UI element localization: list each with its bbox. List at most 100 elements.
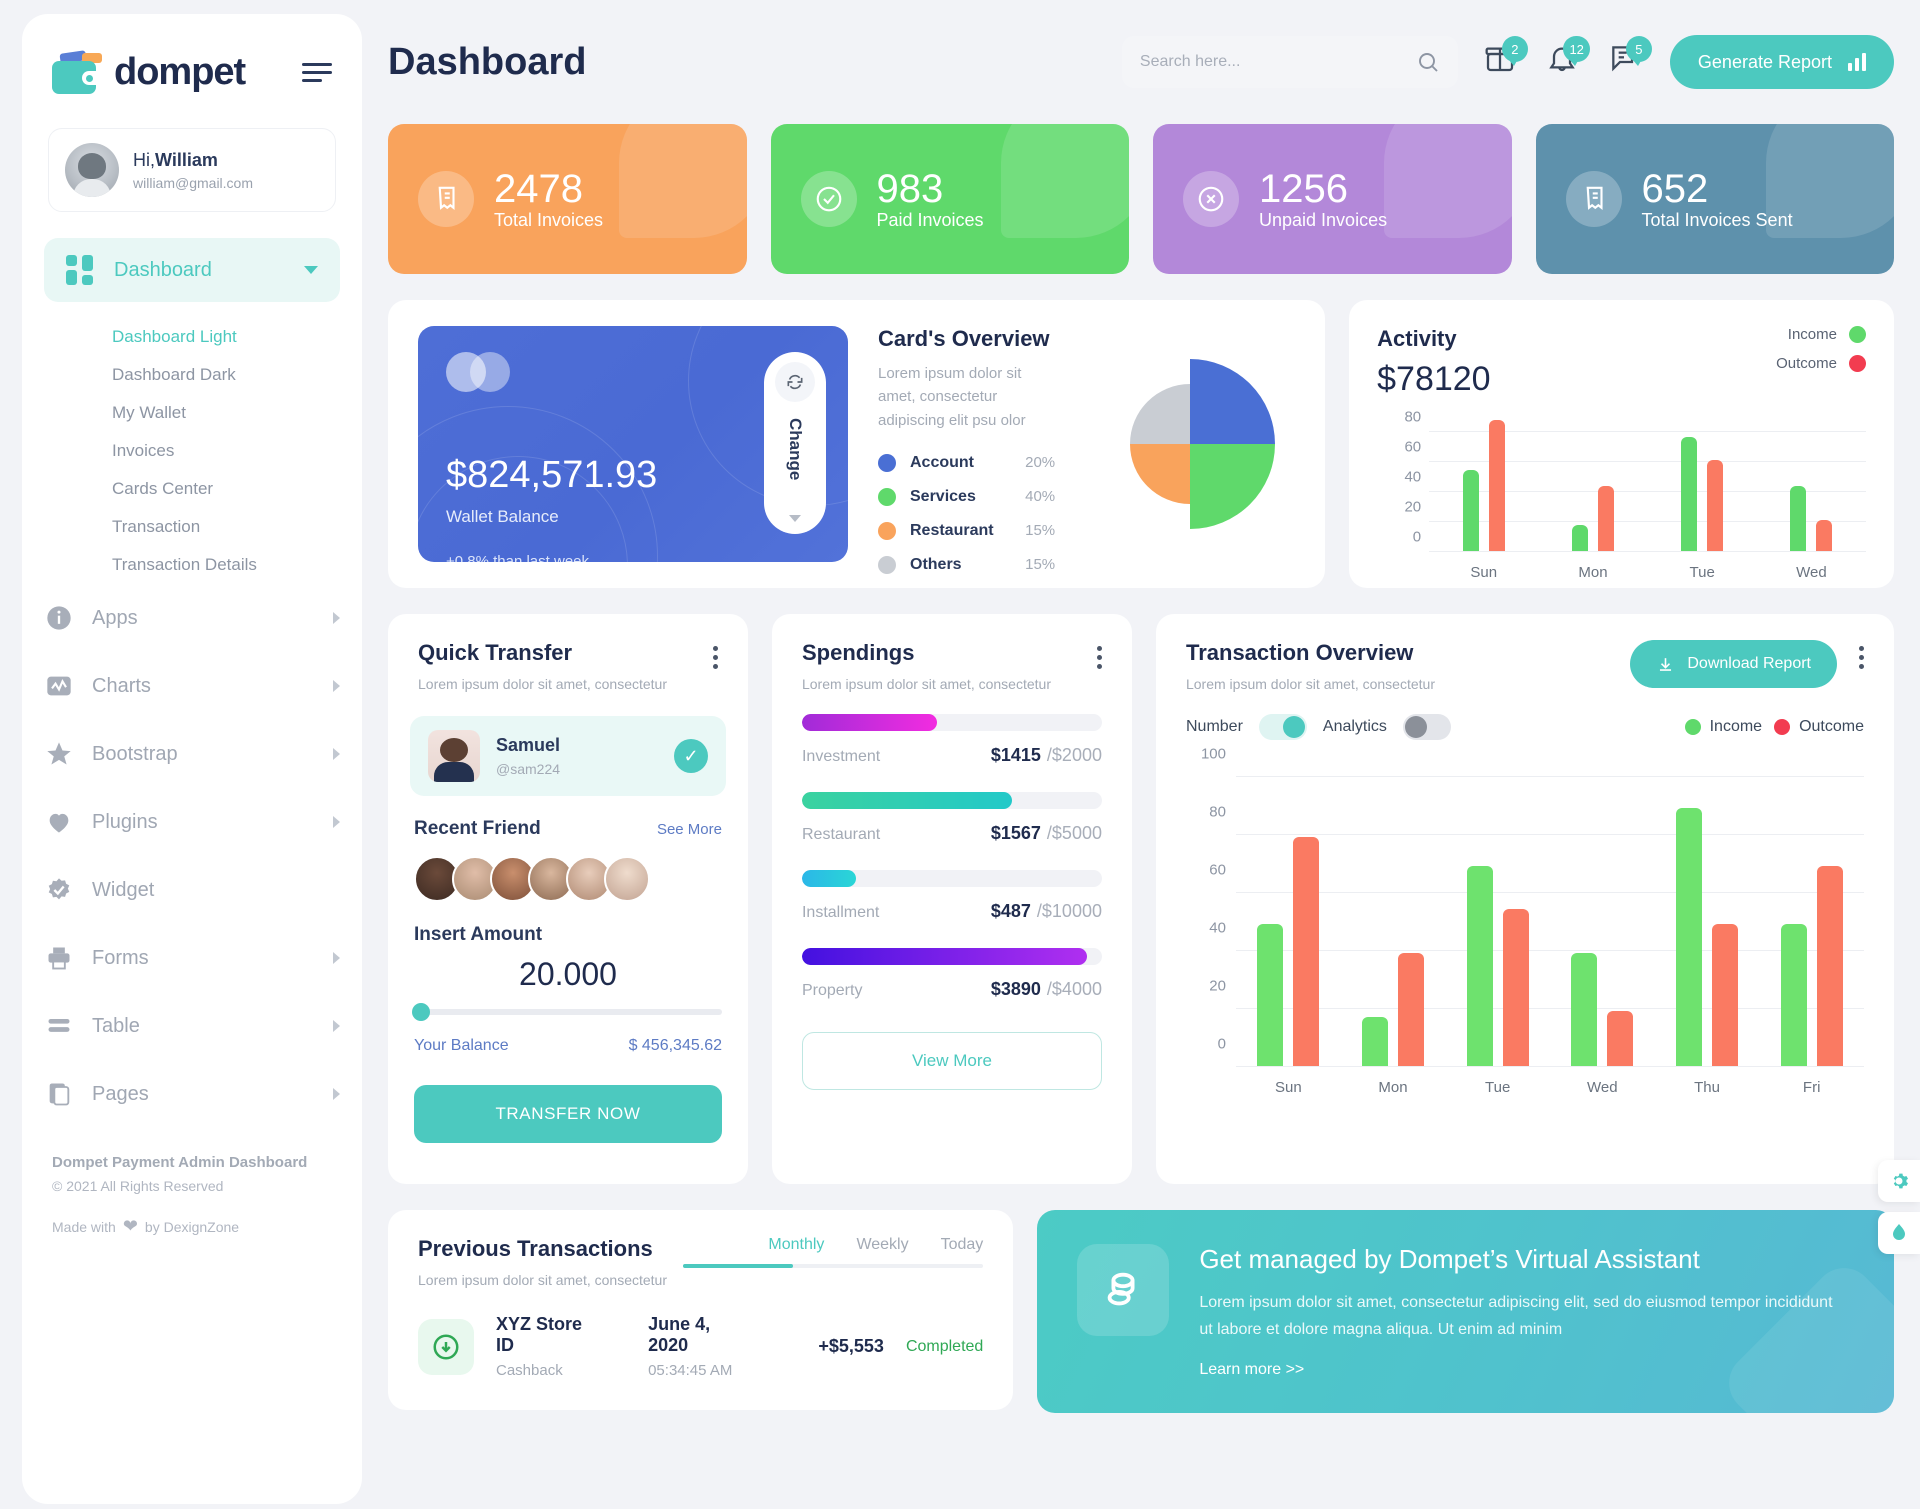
bar-income [1361, 1017, 1388, 1066]
stat-card-total-invoices[interactable]: 2478 Total Invoices [388, 124, 747, 274]
recent-friend-label: Recent Friend [414, 818, 541, 839]
bar-income [1676, 808, 1702, 1066]
sidebar-item-cards-center[interactable]: Cards Center [22, 470, 362, 508]
table-row[interactable]: XYZ Store ID Cashback June 4, 2020 05:34… [388, 1288, 1013, 1379]
search-box[interactable] [1121, 36, 1458, 88]
gift-button[interactable]: 2 [1484, 36, 1528, 82]
sidebar-item-dashboard-light[interactable]: Dashboard Light [22, 318, 362, 356]
sidebar-item-invoices[interactable]: Invoices [22, 432, 362, 470]
more-options-icon[interactable] [1096, 640, 1102, 669]
sidebar-item-table[interactable]: Table [22, 992, 362, 1060]
toggle-number[interactable] [1258, 714, 1307, 740]
sidebar-item-apps[interactable]: Apps [22, 584, 362, 652]
bar-income [1466, 866, 1493, 1066]
sidebar: dompet Hi,William william@gmail.com Dash… [22, 14, 362, 1504]
sidebar-item-dashboard-dark[interactable]: Dashboard Dark [22, 356, 362, 394]
download-report-button[interactable]: Download Report [1630, 640, 1837, 688]
messages-button[interactable]: 5 [1608, 36, 1652, 82]
generate-report-button[interactable]: Generate Report [1669, 35, 1894, 89]
sidebar-item-widget[interactable]: Widget [22, 856, 362, 924]
x-tick: Mon [1378, 1079, 1408, 1096]
activity-amount: $78120 [1377, 360, 1491, 398]
avatar [428, 730, 480, 782]
toggle-number-label: Number [1185, 718, 1243, 735]
stat-card-unpaid-invoices[interactable]: 1256 Unpaid Invoices [1153, 124, 1512, 274]
assistant-title: Get managed by Dompet’s Virtual Assistan… [1199, 1244, 1700, 1274]
sidebar-subnav: Dashboard Light Dashboard Dark My Wallet… [22, 302, 362, 584]
stat-card-total-invoices-sent[interactable]: 652 Total Invoices Sent [1535, 124, 1894, 274]
status-badge: Completed [905, 1337, 984, 1355]
sidebar-nav: Dashboard Dashboard Light Dashboard Dark… [22, 238, 362, 1128]
spendings-header: Spendings Lorem ipsum dolor sit amet, co… [772, 614, 1132, 692]
more-options-icon[interactable] [1858, 640, 1864, 669]
settings-button[interactable] [1878, 1160, 1920, 1202]
learn-more-link[interactable]: Learn more >> [1199, 1361, 1304, 1379]
profile-card[interactable]: Hi,William william@gmail.com [48, 128, 336, 212]
sidebar-item-transaction[interactable]: Transaction [22, 508, 362, 546]
more-options-icon[interactable] [712, 640, 718, 669]
sidebar-item-pages[interactable]: Pages [22, 1060, 362, 1128]
notifications-button[interactable]: 12 [1546, 36, 1590, 82]
transaction-tabs: Monthly Weekly Today [683, 1236, 984, 1268]
tab-weekly[interactable]: Weekly [856, 1236, 908, 1254]
stat-value: 983 [876, 166, 944, 211]
view-more-button[interactable]: View More [801, 1032, 1102, 1090]
bar-income [1681, 437, 1698, 551]
y-tick: 80 [1404, 408, 1422, 426]
y-tick: 40 [1209, 919, 1226, 937]
cards-overview-body: Card's Overview Lorem ipsum dolor sit am… [878, 326, 1056, 574]
invoice-icon [418, 171, 474, 227]
bar-group [1445, 762, 1550, 1066]
progress-fill [801, 948, 1087, 965]
x-tick: Sun [1470, 564, 1498, 581]
spending-label: Investment [801, 748, 881, 765]
stat-card-paid-invoices[interactable]: 983 Paid Invoices [770, 124, 1129, 274]
bar-outcome [1488, 420, 1505, 551]
badge-check-icon [44, 875, 74, 905]
x-circle-icon [1183, 171, 1239, 227]
page-title: Dashboard [388, 40, 587, 83]
sidebar-item-forms[interactable]: Forms [22, 924, 362, 992]
sidebar-item-plugins[interactable]: Plugins [22, 788, 362, 856]
tab-monthly[interactable]: Monthly [768, 1236, 824, 1254]
tab-today[interactable]: Today [941, 1236, 984, 1254]
legend-value: 15% [1025, 522, 1056, 540]
bar-income [1257, 924, 1284, 1066]
stat-cards: 2478 Total Invoices 983 Paid Invoices 1256… [388, 124, 1894, 274]
transaction-time: 05:34:45 AM [648, 1362, 733, 1379]
footer-title: Dompet Payment Admin Dashboard [52, 1154, 308, 1171]
search-input[interactable] [1139, 53, 1416, 71]
theme-button[interactable] [1878, 1212, 1920, 1254]
spendings-list: Investment $1415/$2000 Restaurant $1567/$5… [772, 692, 1132, 1000]
friend-avatars [388, 840, 748, 902]
cards-overview-card: $824,571.93 Wallet Balance +0,8% than la… [388, 300, 1326, 588]
sidebar-item-bootstrap[interactable]: Bootstrap [22, 720, 362, 788]
top-bar-actions: 2 12 5 Generate Report [1121, 35, 1894, 89]
see-more-link[interactable]: See More [657, 821, 722, 838]
bar-outcome [1607, 1011, 1634, 1066]
y-tick: 0 [1217, 1035, 1226, 1053]
sidebar-item-dashboard[interactable]: Dashboard [44, 238, 340, 302]
info-icon [44, 603, 74, 633]
toggle-analytics[interactable] [1402, 714, 1451, 740]
droplet-icon [1893, 1224, 1905, 1240]
legend-item: Outcome [1774, 718, 1864, 736]
change-card-button[interactable]: Change [764, 352, 826, 534]
sidebar-item-transaction-details[interactable]: Transaction Details [22, 546, 362, 584]
chevron-down-icon [304, 266, 318, 274]
sidebar-item-charts[interactable]: Charts [22, 652, 362, 720]
selected-friend[interactable]: Samuel @sam224 ✓ [410, 716, 726, 796]
progress-track [801, 870, 1102, 887]
amount-value[interactable]: 20.000 [388, 946, 748, 993]
transfer-now-button[interactable]: TRANSFER NOW [414, 1085, 722, 1143]
avatar[interactable] [604, 856, 650, 902]
hamburger-menu-icon[interactable] [302, 62, 332, 82]
activity-card: Activity $78120 Income Outcome 80 60 40 … [1349, 300, 1894, 588]
previous-transactions-header: Previous Transactions Lorem ipsum dolor … [388, 1210, 1013, 1288]
progress-track [801, 792, 1102, 809]
sidebar-item-my-wallet[interactable]: My Wallet [22, 394, 362, 432]
quick-transfer-card: Quick Transfer Lorem ipsum dolor sit ame… [388, 614, 748, 1184]
amount-slider[interactable] [412, 1003, 722, 1021]
bar-outcome [1712, 924, 1738, 1066]
wallet-card[interactable]: $824,571.93 Wallet Balance +0,8% than la… [418, 326, 848, 562]
